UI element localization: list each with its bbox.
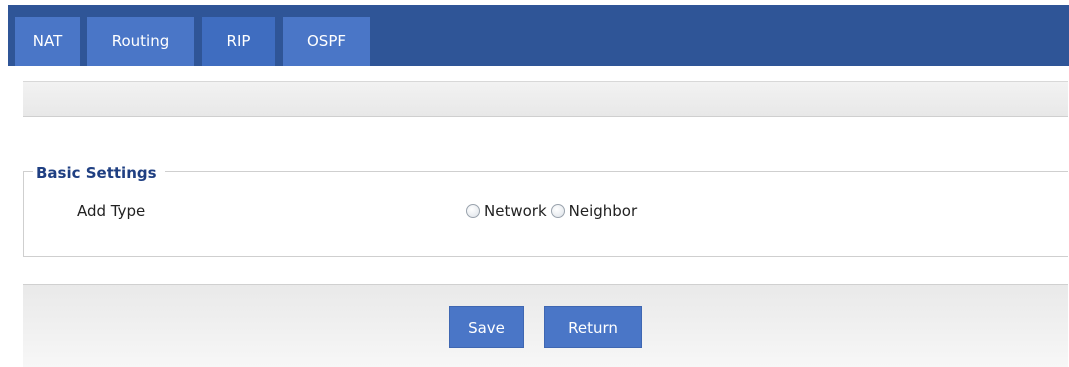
- network-radio[interactable]: [466, 204, 480, 218]
- tab-bar: NAT Routing RIP OSPF: [8, 5, 1069, 66]
- tab-routing[interactable]: Routing: [87, 17, 194, 66]
- add-type-label: Add Type: [77, 202, 146, 220]
- toolbar-strip: [23, 81, 1068, 117]
- tab-rip[interactable]: RIP: [202, 17, 275, 66]
- network-radio-label[interactable]: Network: [484, 200, 547, 222]
- tab-ospf[interactable]: OSPF: [283, 17, 370, 66]
- add-type-radio-group: Network Neighbor: [466, 200, 641, 222]
- return-button[interactable]: Return: [544, 306, 642, 348]
- neighbor-radio-label[interactable]: Neighbor: [569, 200, 638, 222]
- rip-settings-page: NAT Routing RIP OSPF Basic Settings Add …: [0, 0, 1069, 367]
- neighbor-radio[interactable]: [550, 204, 565, 218]
- basic-settings-legend: Basic Settings: [33, 162, 165, 184]
- tab-nat[interactable]: NAT: [15, 17, 80, 66]
- save-button[interactable]: Save: [449, 306, 524, 348]
